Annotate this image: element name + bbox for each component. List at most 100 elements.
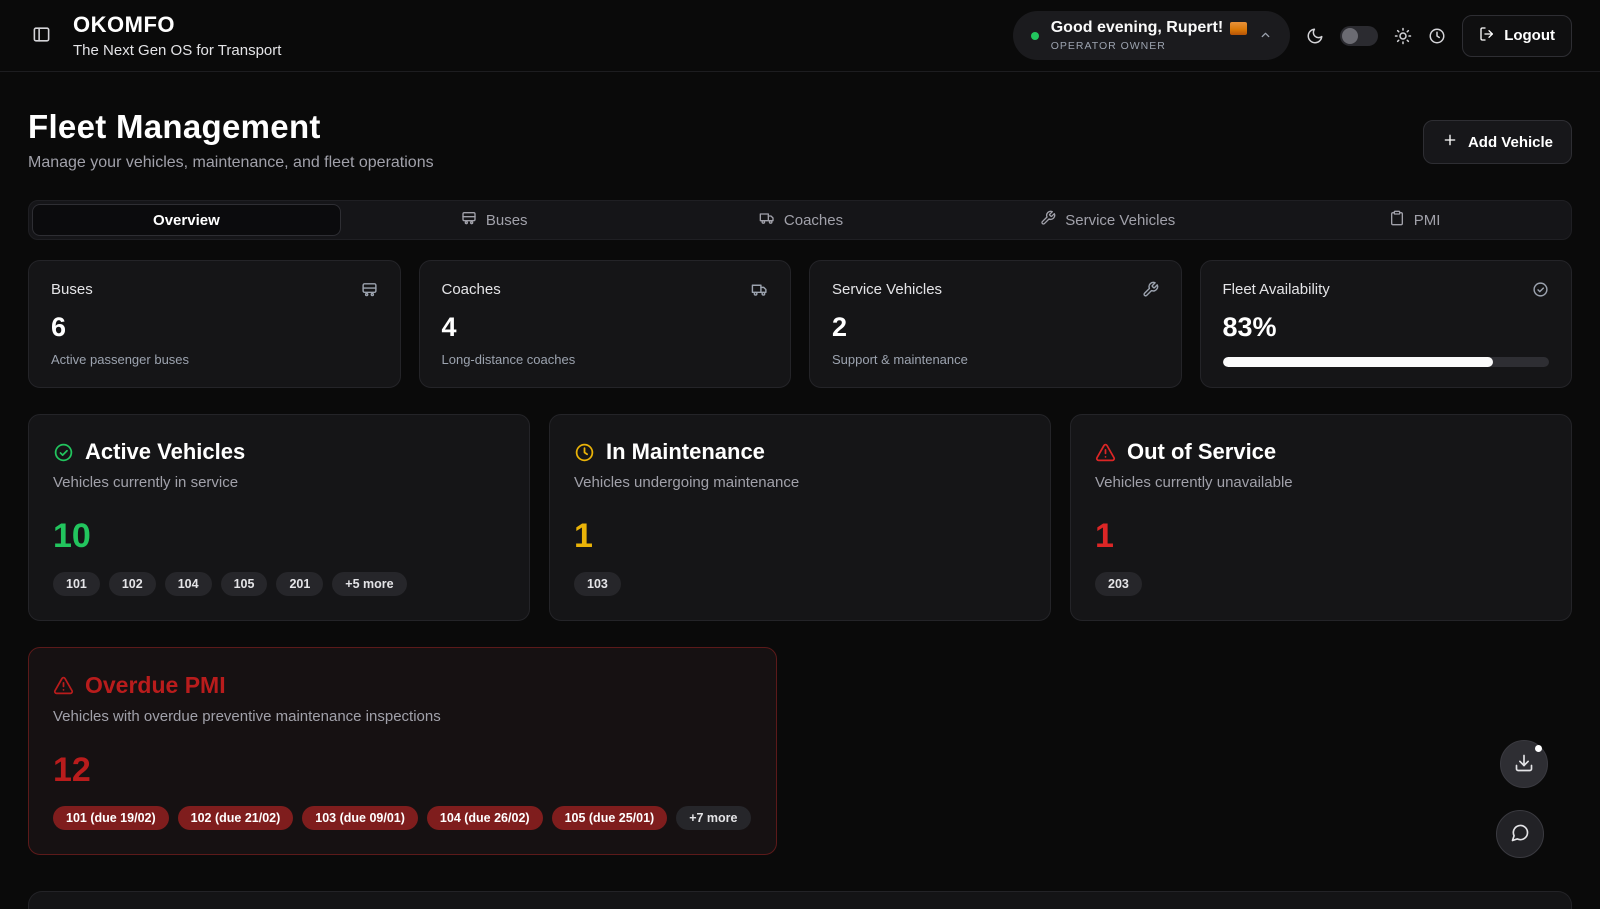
vehicle-chip[interactable]: 105 [221,572,268,596]
tab-pmi-label: PMI [1414,212,1441,229]
status-card-count: 1 [574,517,1026,556]
status-card-title: In Maintenance [606,439,765,465]
theme-toggle-knob [1342,28,1358,44]
wrench-icon [1040,210,1056,230]
status-card-subtitle: Vehicles undergoing maintenance [574,474,1026,491]
logout-icon [1479,26,1495,46]
clock-icon [574,442,595,463]
page-heading: Fleet Management Manage your vehicles, m… [28,108,434,172]
active-vehicles-card: Active Vehicles Vehicles currently in se… [28,414,530,621]
stat-card-caption: Long-distance coaches [442,352,769,367]
tab-pmi[interactable]: PMI [1261,204,1568,236]
stat-card-value: 83% [1223,312,1550,343]
user-texts: Good evening, Rupert! OPERATOR OWNER [1051,19,1247,52]
add-vehicle-button[interactable]: Add Vehicle [1423,120,1572,164]
stats-row: Buses 6 Active passenger buses Coaches 4… [28,260,1572,388]
overdue-vehicle-chip[interactable]: 103 (due 09/01) [302,806,418,830]
page-subtitle: Manage your vehicles, maintenance, and f… [28,154,434,172]
availability-progress-track [1223,357,1550,367]
brand-tagline: The Next Gen OS for Transport [73,42,281,59]
main-content: Fleet Management Manage your vehicles, m… [0,108,1600,909]
vehicle-chip[interactable]: 103 [574,572,621,596]
vehicle-chip[interactable]: 201 [276,572,323,596]
overdue-vehicle-chip[interactable]: 104 (due 26/02) [427,806,543,830]
chat-fab-button[interactable] [1496,810,1544,858]
overdue-pmi-subtitle: Vehicles with overdue preventive mainten… [53,708,752,725]
logout-label: Logout [1504,27,1555,44]
stat-card-caption: Active passenger buses [51,352,378,367]
sidebar-toggle-button[interactable] [28,21,55,51]
user-role-label: OPERATOR OWNER [1051,40,1247,52]
stat-card-fleet-availability: Fleet Availability 83% [1200,260,1573,388]
sun-icon[interactable] [1394,27,1412,45]
brand-name: OKOMFO [73,12,281,38]
download-fab-button[interactable] [1500,740,1548,788]
clipboard-icon [1389,210,1405,230]
brand: OKOMFO The Next Gen OS for Transport [73,12,281,59]
stat-card-service-vehicles: Service Vehicles 2 Support & maintenance [809,260,1182,388]
status-card-count: 1 [1095,517,1547,556]
chat-bubble-icon [1510,823,1530,846]
tab-coaches[interactable]: Coaches [648,204,955,236]
stat-card-title: Fleet Availability [1223,281,1330,298]
clock-icon[interactable] [1428,27,1446,45]
user-menu[interactable]: Good evening, Rupert! OPERATOR OWNER [1013,11,1290,60]
tab-overview[interactable]: Overview [32,204,341,236]
wrench-icon [1142,281,1159,298]
alert-triangle-icon [1095,442,1116,463]
overdue-vehicle-chip[interactable]: 101 (due 19/02) [53,806,169,830]
check-circle-icon [53,442,74,463]
logout-button[interactable]: Logout [1462,15,1572,57]
overdue-pmi-count: 12 [53,751,752,790]
plus-icon [1442,132,1458,152]
status-row: Active Vehicles Vehicles currently in se… [28,414,1572,621]
tab-bar: Overview Buses Coaches Service Vehicles … [28,200,1572,240]
availability-progress-fill [1223,357,1494,367]
status-card-title: Active Vehicles [85,439,245,465]
tab-buses[interactable]: Buses [341,204,648,236]
overdue-pmi-title: Overdue PMI [85,672,226,699]
coach-icon [751,281,768,298]
online-status-dot [1031,32,1039,40]
stat-card-coaches: Coaches 4 Long-distance coaches [419,260,792,388]
more-chip[interactable]: +5 more [332,572,406,596]
tab-buses-label: Buses [486,212,528,229]
bus-icon [361,281,378,298]
status-card-subtitle: Vehicles currently in service [53,474,505,491]
overdue-vehicle-chip[interactable]: 105 (due 25/01) [552,806,668,830]
overdue-pmi-card: Overdue PMI Vehicles with overdue preven… [28,647,777,855]
vehicle-chip[interactable]: 101 [53,572,100,596]
page-title: Fleet Management [28,108,434,146]
download-icon [1514,753,1534,776]
stat-card-value: 4 [442,312,769,343]
check-circle-icon [1532,281,1549,298]
tab-service-vehicles-label: Service Vehicles [1065,212,1175,229]
moon-icon[interactable] [1306,27,1324,45]
status-card-count: 10 [53,517,505,556]
overdue-vehicle-chip[interactable]: 102 (due 21/02) [178,806,294,830]
vehicle-chip[interactable]: 102 [109,572,156,596]
more-chip[interactable]: +7 more [676,806,750,830]
stat-card-value: 2 [832,312,1159,343]
tab-overview-label: Overview [153,212,220,229]
theme-toggle[interactable] [1340,26,1378,46]
next-section-peek [28,891,1572,909]
vehicle-chip[interactable]: 203 [1095,572,1142,596]
in-maintenance-card: In Maintenance Vehicles undergoing maint… [549,414,1051,621]
add-vehicle-label: Add Vehicle [1468,134,1553,151]
greeting-flag-emoji [1230,22,1247,35]
panel-left-icon [32,25,51,47]
out-of-service-card: Out of Service Vehicles currently unavai… [1070,414,1572,621]
stat-card-caption: Support & maintenance [832,352,1159,367]
vehicle-chip[interactable]: 104 [165,572,212,596]
tab-coaches-label: Coaches [784,212,843,229]
stat-card-value: 6 [51,312,378,343]
status-card-title: Out of Service [1127,439,1276,465]
alert-triangle-icon [53,675,74,696]
stat-card-title: Service Vehicles [832,281,942,298]
top-header: OKOMFO The Next Gen OS for Transport Goo… [0,0,1600,72]
notification-dot [1535,745,1542,752]
stat-card-title: Coaches [442,281,501,298]
status-card-subtitle: Vehicles currently unavailable [1095,474,1547,491]
tab-service-vehicles[interactable]: Service Vehicles [954,204,1261,236]
